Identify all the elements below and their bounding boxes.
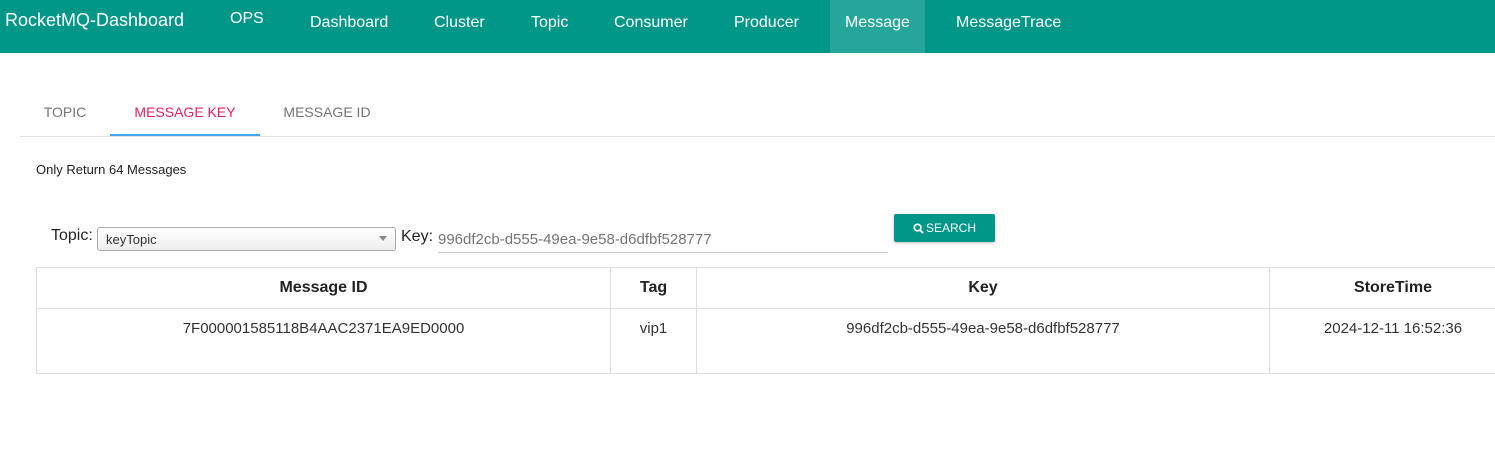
top-navbar: RocketMQ-Dashboard OPS Dashboard Cluster… <box>0 0 1495 53</box>
nav-item-dashboard[interactable]: Dashboard <box>310 0 388 53</box>
result-limit-note: Only Return 64 Messages <box>36 162 187 177</box>
nav-item-topic[interactable]: Topic <box>531 0 568 53</box>
search-icon <box>913 222 924 234</box>
tab-message-key[interactable]: MESSAGE KEY <box>110 90 260 136</box>
tab-message-id[interactable]: MESSAGE ID <box>260 90 394 136</box>
column-header-storetime: StoreTime <box>1269 267 1495 309</box>
table-row[interactable]: 7F000001585118B4AAC2371EA9ED0000 vip1 99… <box>36 308 1495 374</box>
nav-item-producer[interactable]: Producer <box>734 0 799 53</box>
cell-storetime: 2024-12-11 16:52:36 <box>1269 308 1495 374</box>
nav-item-consumer[interactable]: Consumer <box>614 0 688 53</box>
cell-key: 996df2cb-d555-49ea-9e58-d6dfbf528777 <box>696 308 1270 374</box>
topic-select-value: keyTopic <box>106 232 157 247</box>
nav-item-message[interactable]: Message <box>830 0 925 53</box>
column-header-key: Key <box>696 267 1270 309</box>
column-header-message-id: Message ID <box>36 267 611 309</box>
topic-select[interactable]: keyTopic <box>97 227 396 251</box>
results-table: Message ID Tag Key StoreTime 7F000001585… <box>36 267 1495 374</box>
dropdown-arrow-icon <box>379 236 387 241</box>
brand-title[interactable]: RocketMQ-Dashboard <box>5 10 184 31</box>
table-header-row: Message ID Tag Key StoreTime <box>36 267 1495 309</box>
tab-topic[interactable]: TOPIC <box>20 90 110 136</box>
query-tabs: TOPIC MESSAGE KEY MESSAGE ID <box>20 90 1495 137</box>
cell-tag: vip1 <box>610 308 697 374</box>
column-header-tag: Tag <box>610 267 697 309</box>
key-input[interactable] <box>438 222 888 253</box>
cell-message-id: 7F000001585118B4AAC2371EA9ED0000 <box>36 308 611 374</box>
nav-item-messagetrace[interactable]: MessageTrace <box>956 0 1061 53</box>
nav-item-cluster[interactable]: Cluster <box>434 0 485 53</box>
nav-item-ops[interactable]: OPS <box>230 0 264 49</box>
key-label: Key: <box>401 228 434 245</box>
search-button[interactable]: SEARCH <box>894 214 995 242</box>
search-button-label: SEARCH <box>925 221 976 235</box>
topic-label: Topic: <box>51 227 93 244</box>
